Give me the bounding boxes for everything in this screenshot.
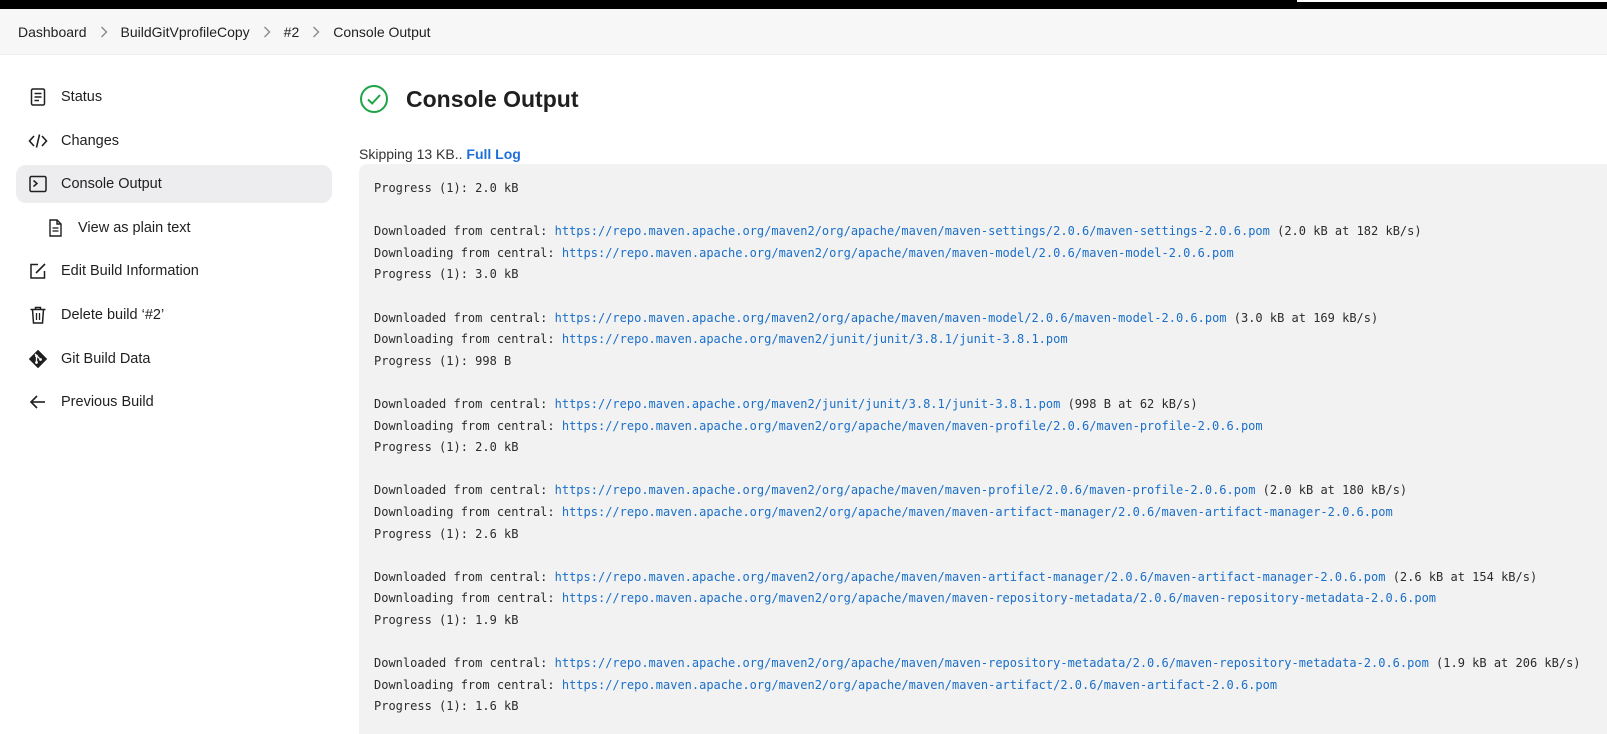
chevron-right-icon <box>299 26 333 38</box>
log-prefix: Downloading from central: <box>374 245 562 260</box>
code-icon <box>27 130 49 152</box>
log-suffix: (3.0 kB at 169 kB/s) <box>1226 310 1379 325</box>
log-prefix: Downloaded from central: <box>374 396 555 411</box>
sidebar-item-label: Previous Build <box>61 394 154 411</box>
log-suffix: (2.0 kB at 182 kB/s) <box>1269 224 1422 239</box>
log-line: Downloaded from central: https://repo.ma… <box>374 308 1604 330</box>
page-title: Console Output <box>406 85 579 112</box>
sidebar-item-console-output[interactable]: Console Output <box>16 165 332 204</box>
log-url-link[interactable]: https://repo.maven.apache.org/maven2/jun… <box>562 332 1068 346</box>
document-icon <box>44 217 66 239</box>
log-line: Progress (1): 2.0 kB <box>374 440 519 455</box>
log-prefix: Downloaded from central: <box>374 224 555 239</box>
log-prefix: Downloading from central: <box>374 591 562 606</box>
sidebar-item-label: Console Output <box>61 176 162 193</box>
sidebar-item-label: Status <box>61 89 103 105</box>
top-bar <box>0 0 1607 9</box>
breadcrumb-dashboard[interactable]: Dashboard <box>18 24 87 40</box>
sidebar-item-view-plain-text[interactable]: View as plain text <box>16 209 332 247</box>
sidebar-item-previous-build[interactable]: Previous Build <box>16 383 332 421</box>
log-url-link[interactable]: https://repo.maven.apache.org/maven2/org… <box>562 505 1393 519</box>
sidebar-item-status[interactable]: Status <box>16 78 332 116</box>
log-line: Progress (1): 1.9 kB <box>374 612 519 627</box>
log-line: Downloading from central: https://repo.m… <box>374 329 1604 351</box>
log-prefix: Downloading from central: <box>374 677 562 692</box>
log-suffix: (2.0 kB at 180 kB/s) <box>1255 483 1408 498</box>
sidebar-item-label: Changes <box>61 132 120 149</box>
log-line: Downloading from central: https://repo.m… <box>374 675 1604 697</box>
main-content: Console Output Skipping 13 KB.. Full Log… <box>359 82 1607 734</box>
log-prefix: Downloaded from central: <box>374 656 555 671</box>
sidebar: Status Changes Console Output View as pl… <box>16 78 332 427</box>
terminal-icon <box>27 173 49 195</box>
log-prefix: Downloading from central: <box>374 504 562 519</box>
page-header: Console Output <box>359 82 1607 116</box>
breadcrumb-job[interactable]: BuildGitVprofileCopy <box>121 24 250 40</box>
log-suffix: (2.6 kB at 154 kB/s) <box>1385 569 1538 584</box>
log-url-link[interactable]: https://repo.maven.apache.org/maven2/org… <box>562 591 1436 605</box>
log-url-link[interactable]: https://repo.maven.apache.org/maven2/org… <box>562 246 1234 260</box>
sidebar-item-label: Git Build Data <box>61 350 151 367</box>
status-icon <box>27 86 49 108</box>
sidebar-item-delete-build[interactable]: Delete build ‘#2’ <box>16 296 332 334</box>
log-line: Downloaded from central: https://repo.ma… <box>374 567 1604 589</box>
log-line: Downloaded from central: https://repo.ma… <box>374 394 1604 416</box>
log-line: Downloading from central: https://repo.m… <box>374 502 1604 524</box>
log-url-link[interactable]: https://repo.maven.apache.org/maven2/org… <box>555 224 1270 238</box>
git-icon <box>27 348 49 370</box>
log-line: Progress (1): 998 B <box>374 353 512 368</box>
breadcrumb-current[interactable]: Console Output <box>333 24 430 40</box>
breadcrumb: Dashboard BuildGitVprofileCopy #2 Consol… <box>0 9 1607 55</box>
sidebar-item-label: View as plain text <box>78 219 191 236</box>
log-suffix: (998 B at 62 kB/s) <box>1060 396 1198 411</box>
console-output[interactable]: Progress (1): 2.0 kB Downloaded from cen… <box>359 164 1607 734</box>
trash-icon <box>27 304 49 326</box>
log-line: Progress (1): 3.0 kB <box>374 267 519 282</box>
log-url-link[interactable]: https://repo.maven.apache.org/maven2/jun… <box>555 397 1061 411</box>
log-line: Downloaded from central: https://repo.ma… <box>374 653 1604 675</box>
breadcrumb-build[interactable]: #2 <box>284 24 300 40</box>
log-prefix: Downloading from central: <box>374 332 562 347</box>
chevron-right-icon <box>250 26 284 38</box>
log-line: Downloaded from central: https://repo.ma… <box>374 480 1604 502</box>
chevron-right-icon <box>87 26 121 38</box>
edit-icon <box>27 260 49 282</box>
full-log-link[interactable]: Full Log <box>466 146 520 162</box>
log-url-link[interactable]: https://repo.maven.apache.org/maven2/org… <box>555 570 1386 584</box>
log-line: Downloading from central: https://repo.m… <box>374 588 1604 610</box>
sidebar-item-git-build-data[interactable]: Git Build Data <box>16 340 332 378</box>
log-url-link[interactable]: https://repo.maven.apache.org/maven2/org… <box>555 483 1256 497</box>
skip-text: Skipping 13 KB.. <box>359 146 467 162</box>
log-suffix: (1.9 kB at 206 kB/s) <box>1428 656 1581 671</box>
log-url-link[interactable]: https://repo.maven.apache.org/maven2/org… <box>562 678 1277 692</box>
skip-notice: Skipping 13 KB.. Full Log <box>359 146 1607 162</box>
sidebar-item-label: Delete build ‘#2’ <box>61 306 165 323</box>
log-line: Progress (1): 2.6 kB <box>374 526 519 541</box>
log-url-link[interactable]: https://repo.maven.apache.org/maven2/org… <box>555 656 1429 670</box>
log-line: Progress (1): 1.6 kB <box>374 699 519 714</box>
log-prefix: Downloaded from central: <box>374 569 555 584</box>
sidebar-item-label: Edit Build Information <box>61 263 199 280</box>
arrow-left-icon <box>27 391 49 413</box>
sidebar-item-changes[interactable]: Changes <box>16 122 332 160</box>
log-url-link[interactable]: https://repo.maven.apache.org/maven2/org… <box>555 311 1227 325</box>
top-bar-strip <box>1297 0 1607 2</box>
log-line: Downloaded from central: https://repo.ma… <box>374 221 1604 243</box>
log-prefix: Downloading from central: <box>374 418 562 433</box>
log-prefix: Downloaded from central: <box>374 310 555 325</box>
log-prefix: Downloaded from central: <box>374 483 555 498</box>
log-line: Downloading from central: https://repo.m… <box>374 243 1604 265</box>
log-url-link[interactable]: https://repo.maven.apache.org/maven2/org… <box>562 419 1263 433</box>
success-check-icon <box>359 84 389 114</box>
log-line: Progress (1): 2.0 kB <box>374 181 519 195</box>
sidebar-item-edit-build-information[interactable]: Edit Build Information <box>16 252 332 290</box>
log-line: Downloading from central: https://repo.m… <box>374 416 1604 438</box>
